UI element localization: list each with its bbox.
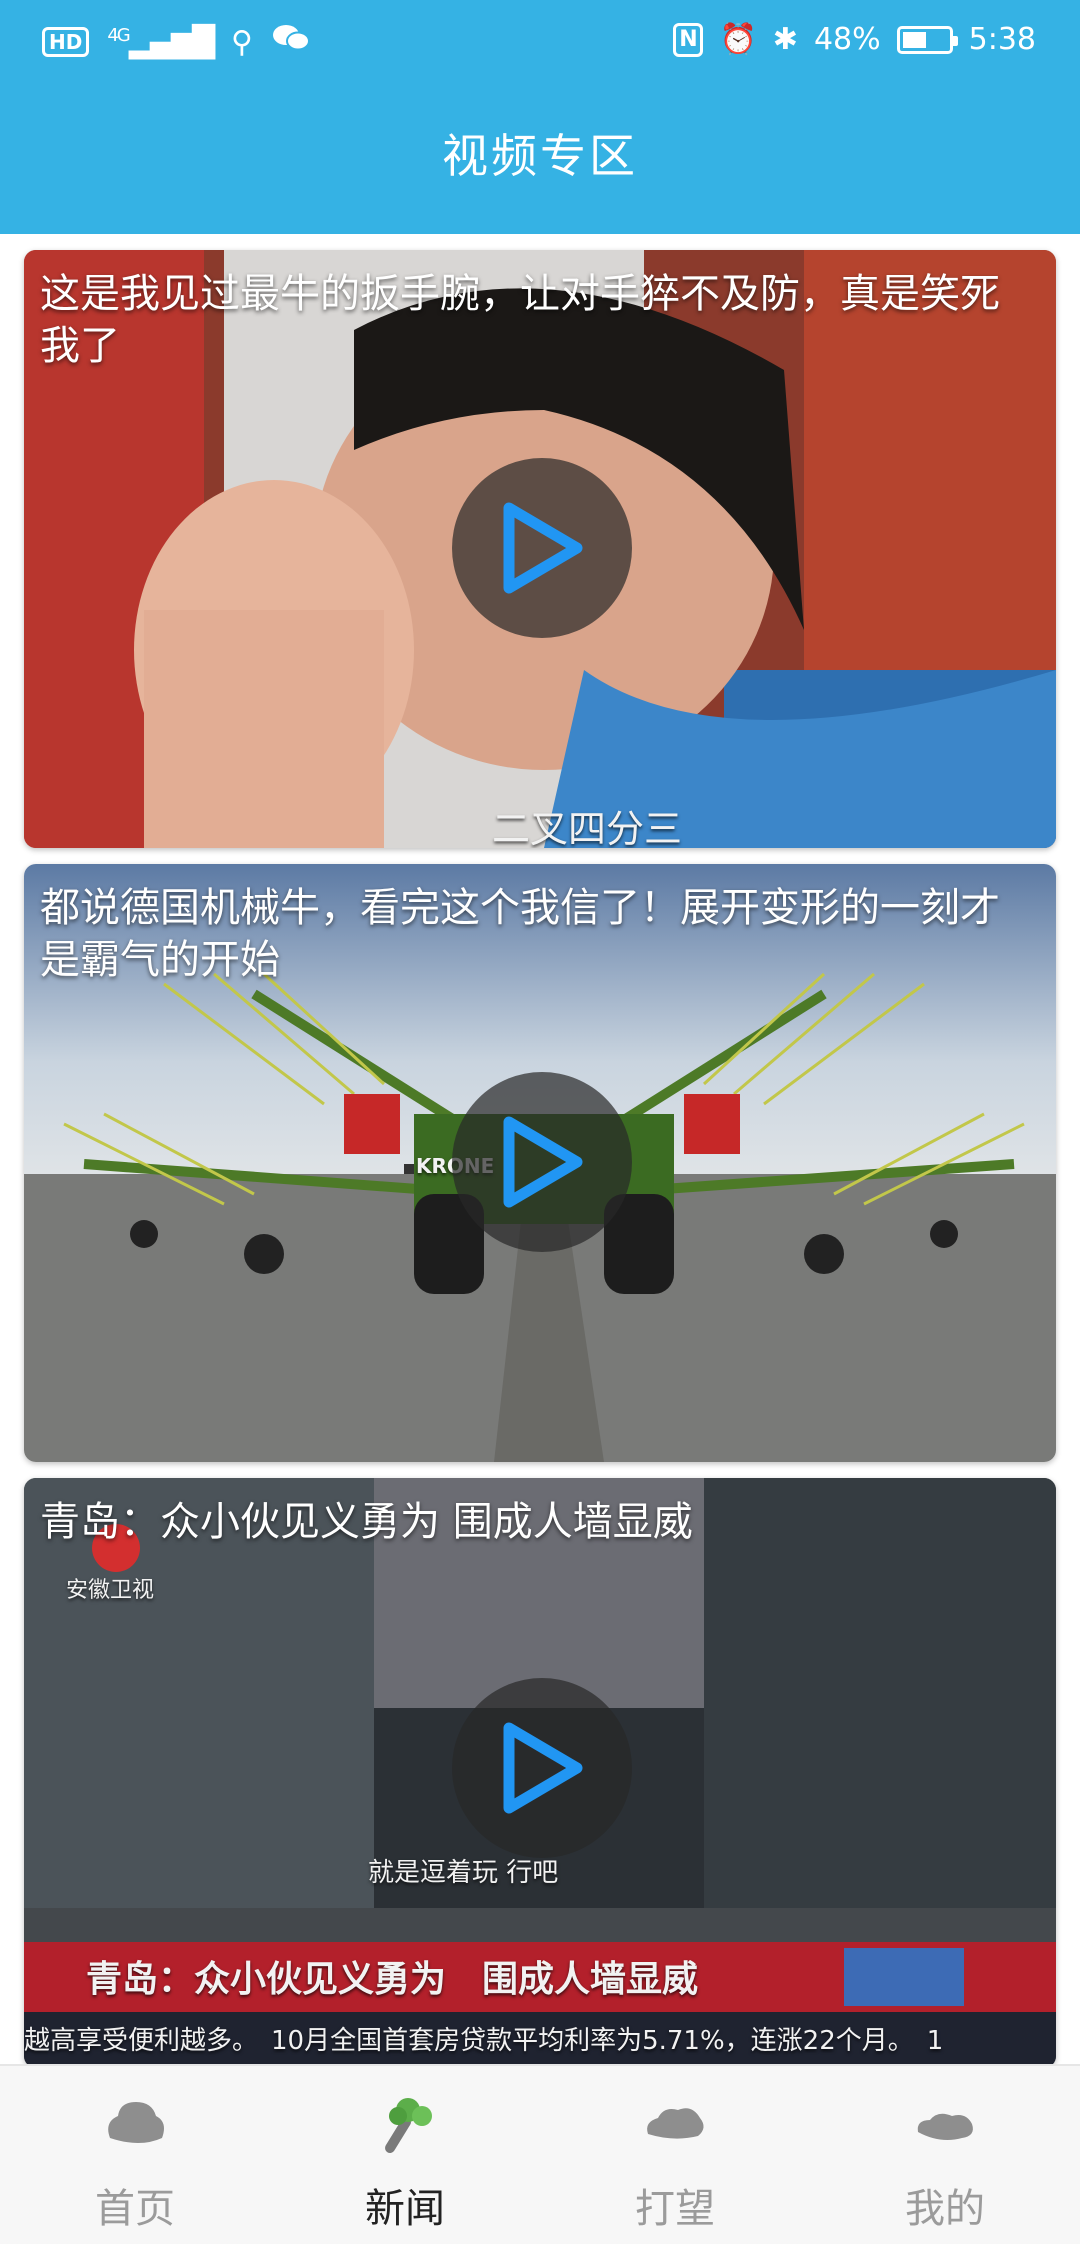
status-bar: HD 4G▂▄▆█ ⚲ N ⏰ ✱ 48% 5:38 (0, 0, 1080, 86)
nav-item-news[interactable]: 新闻 (270, 2066, 540, 2244)
nav-label-news: 新闻 (365, 2186, 445, 2232)
news-banner: 青岛：众小伙见义勇为 围成人墙显威 (86, 1959, 699, 2000)
video-title: 青岛：众小伙见义勇为 围成人墙显威 (40, 1499, 693, 1545)
nav-label-home: 首页 (95, 2186, 175, 2232)
nfc-icon: N (673, 22, 704, 57)
video-card[interactable]: 青岛：众小伙见义勇为 围成人墙显威 安徽卫视 就是逗着玩 行吧 青岛：众小伙见义… (24, 1478, 1056, 2068)
video-feed[interactable]: 这是我见过最牛的扳手腕，让对手猝不及防，真是笑死我了 二叉四分三 都说德国机械牛… (24, 250, 1056, 2084)
cellular-signal-icon: 4G▂▄▆█ (107, 24, 215, 60)
battery-icon (896, 25, 958, 54)
play-button[interactable] (452, 1678, 632, 1858)
video-title: 这是我见过最牛的扳手腕，让对手猝不及防，真是笑死我了 (40, 271, 1000, 369)
nav-item-home[interactable]: 首页 (0, 2066, 270, 2244)
home-cloud-icon (108, 2102, 164, 2143)
network-type-label: 4G (107, 24, 130, 46)
nav-item-profile[interactable]: 我的 (810, 2066, 1080, 2244)
video-card[interactable]: 这是我见过最牛的扳手腕，让对手猝不及防，真是笑死我了 二叉四分三 (24, 250, 1056, 848)
play-icon (503, 1116, 583, 1208)
battery-percent: 48% (813, 22, 881, 57)
profile-cloud-icon (917, 2113, 973, 2140)
alarm-icon: ⏰ (719, 22, 757, 57)
news-ticker: 越高享受便利越多。 10月全国首套房贷款平均利率为5.71%，连涨22个月。 1 (24, 2026, 944, 2056)
bottom-navigation: 首页 新闻 打望 我的 (0, 2064, 1080, 2244)
play-icon (503, 1722, 583, 1814)
video-subtitle-overlay: 就是逗着玩 行吧 (368, 1858, 559, 1888)
bluetooth-icon: ✱ (772, 22, 798, 57)
play-button[interactable] (452, 458, 632, 638)
video-title: 都说德国机械牛，看完这个我信了！展开变形的一刻才是霸气的开始 (40, 885, 1000, 983)
usb-icon: ⚲ (231, 24, 254, 60)
hd-indicator: HD (42, 27, 90, 57)
nav-label-browse: 打望 (635, 2186, 715, 2232)
top-bar: HD 4G▂▄▆█ ⚲ N ⏰ ✱ 48% 5:38 视频专区 (0, 0, 1080, 234)
play-icon (503, 502, 583, 594)
page-title: 视频专区 (442, 129, 638, 183)
vegetable-icon (385, 2098, 432, 2153)
video-subtitle-overlay: 二叉四分三 (492, 807, 683, 848)
nav-label-profile: 我的 (905, 2186, 985, 2232)
clock: 5:38 (968, 22, 1036, 57)
browse-cloud-icon (647, 2108, 704, 2139)
nav-item-browse[interactable]: 打望 (540, 2066, 810, 2244)
channel-logo: 安徽卫视 (66, 1578, 155, 1603)
play-button[interactable] (452, 1072, 632, 1252)
video-card[interactable]: 都说德国机械牛，看完这个我信了！展开变形的一刻才是霸气的开始 KRONE (24, 864, 1056, 1462)
wechat-icon (271, 22, 311, 62)
